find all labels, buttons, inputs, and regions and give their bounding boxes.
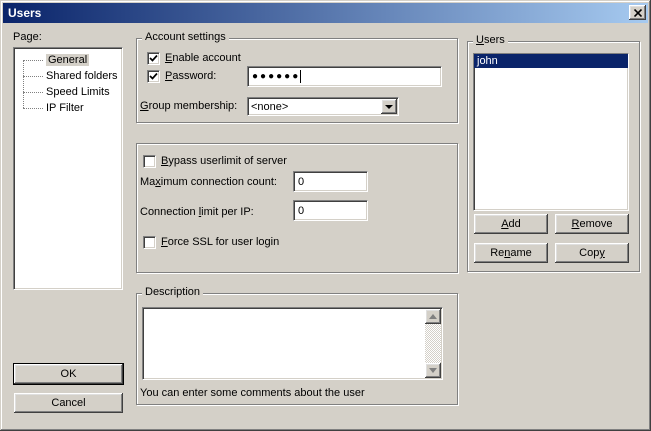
tree-item-shared-folders[interactable]: Shared folders <box>14 69 122 85</box>
connection-limit-per-ip-label: Connection limit per IP: <box>140 206 254 219</box>
users-caption: Users <box>473 34 508 47</box>
group-membership-label: Group membership: <box>140 100 237 113</box>
checkmark-icon <box>149 68 158 86</box>
scroll-down-button[interactable] <box>425 363 441 378</box>
copy-button[interactable]: Copy <box>555 243 629 263</box>
password-label: Password: <box>165 70 216 83</box>
down-arrow-icon <box>429 368 437 377</box>
checkmark-icon <box>149 50 158 68</box>
up-arrow-icon <box>429 310 437 319</box>
tree-item-ip-filter[interactable]: IP Filter <box>14 101 122 117</box>
bypass-userlimit-label: Bypass userlimit of server <box>161 155 287 168</box>
add-button[interactable]: Add <box>474 214 548 234</box>
remove-button[interactable]: Remove <box>555 214 629 234</box>
max-connection-count-input[interactable]: 0 <box>293 171 368 192</box>
ok-button[interactable]: OK <box>14 364 123 384</box>
account-settings-caption: Account settings <box>142 31 229 44</box>
rename-button[interactable]: Rename <box>474 243 548 263</box>
title-bar[interactable]: Users <box>3 3 648 23</box>
force-ssl-checkbox[interactable] <box>143 236 156 249</box>
group-membership-select[interactable]: <none> <box>247 97 399 116</box>
cancel-button[interactable]: Cancel <box>14 393 123 413</box>
users-dialog: Users Page: General Shared folders Speed… <box>0 0 651 431</box>
password-input[interactable]: ●●●●●● <box>247 66 442 87</box>
password-value: ●●●●●● <box>252 70 300 83</box>
group-membership-value: <none> <box>248 101 381 113</box>
description-caption: Description <box>142 286 203 299</box>
window-title: Users <box>3 6 41 20</box>
page-label: Page: <box>13 31 42 44</box>
enable-account-label: Enable account <box>165 52 241 65</box>
close-icon <box>634 4 642 22</box>
connection-limit-per-ip-input[interactable]: 0 <box>293 200 368 221</box>
enable-account-checkbox[interactable] <box>147 52 160 65</box>
max-connection-count-value: 0 <box>298 176 304 188</box>
close-button[interactable] <box>629 5 646 20</box>
bypass-userlimit-checkbox[interactable] <box>143 155 156 168</box>
text-caret <box>300 70 301 83</box>
tree-item-speed-limits[interactable]: Speed Limits <box>14 85 122 101</box>
tree-item-general[interactable]: General <box>14 53 122 69</box>
page-tree[interactable]: General Shared folders Speed Limits IP F… <box>13 47 123 290</box>
connection-limit-per-ip-value: 0 <box>298 205 304 217</box>
description-textarea[interactable] <box>142 307 443 380</box>
list-item[interactable]: john <box>474 54 628 68</box>
chevron-down-icon <box>385 105 393 113</box>
description-hint: You can enter some comments about the us… <box>140 387 365 400</box>
force-ssl-label: Force SSL for user login <box>161 236 279 249</box>
dropdown-button[interactable] <box>381 99 397 114</box>
users-listbox[interactable]: john <box>473 53 629 211</box>
password-checkbox[interactable] <box>147 70 160 83</box>
vertical-scrollbar[interactable] <box>425 309 441 378</box>
scroll-up-button[interactable] <box>425 309 441 324</box>
max-connection-count-label: Maximum connection count: <box>140 176 277 189</box>
